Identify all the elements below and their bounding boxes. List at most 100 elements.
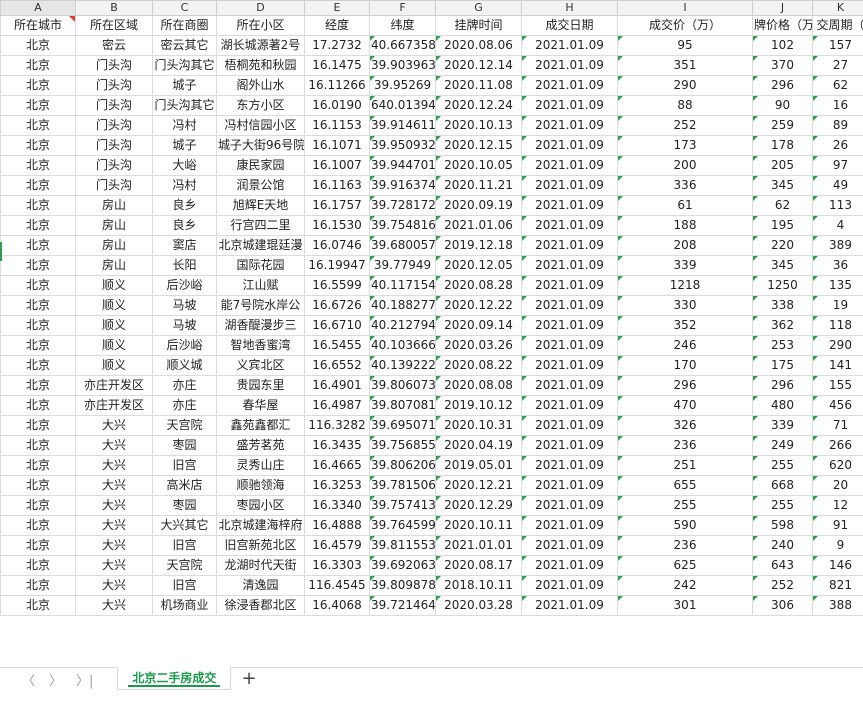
- table-cell[interactable]: 2021.01.09: [522, 576, 618, 596]
- table-cell[interactable]: 鑫苑鑫都汇: [217, 416, 305, 436]
- table-cell[interactable]: 2020.12.14: [436, 56, 522, 76]
- table-cell[interactable]: 盛芳茗苑: [217, 436, 305, 456]
- table-cell[interactable]: 2020.04.19: [436, 436, 522, 456]
- table-cell[interactable]: 195: [753, 216, 813, 236]
- table-cell[interactable]: 梧桐苑和秋园: [217, 56, 305, 76]
- table-cell[interactable]: 门头沟: [76, 56, 153, 76]
- column-header-cell[interactable]: F: [370, 1, 436, 16]
- table-cell[interactable]: 天宫院: [153, 416, 217, 436]
- table-cell[interactable]: 顺义: [76, 336, 153, 356]
- sheet-table[interactable]: ABCDEFGHIJK所在城市所在区域所在商圈所在小区经度纬度挂牌时间成交日期成…: [0, 0, 863, 616]
- table-cell[interactable]: 大兴其它: [153, 516, 217, 536]
- column-header-cell[interactable]: J: [753, 1, 813, 16]
- table-cell[interactable]: 16.19947: [305, 256, 370, 276]
- table-cell[interactable]: 房山: [76, 216, 153, 236]
- table-cell[interactable]: 590: [618, 516, 753, 536]
- table-cell[interactable]: 102: [753, 36, 813, 56]
- table-cell[interactable]: 顺义: [76, 276, 153, 296]
- table-cell[interactable]: 39.916374: [370, 176, 436, 196]
- table-cell[interactable]: 城子大街96号院: [217, 136, 305, 156]
- table-cell[interactable]: 40.188277: [370, 296, 436, 316]
- table-cell[interactable]: 大兴: [76, 456, 153, 476]
- table-cell[interactable]: 2021.01.09: [522, 516, 618, 536]
- table-cell[interactable]: 北京城建琨廷漫: [217, 236, 305, 256]
- table-cell[interactable]: 338: [753, 296, 813, 316]
- table-cell[interactable]: 北京: [1, 76, 76, 96]
- table-cell[interactable]: 2021.01.09: [522, 236, 618, 256]
- table-cell[interactable]: 208: [618, 236, 753, 256]
- table-cell[interactable]: 173: [618, 136, 753, 156]
- table-cell[interactable]: 640.013942: [370, 96, 436, 116]
- table-cell[interactable]: 118: [813, 316, 863, 336]
- table-cell[interactable]: 16.4068: [305, 596, 370, 616]
- table-cell[interactable]: 89: [813, 116, 863, 136]
- table-cell[interactable]: 国际花园: [217, 256, 305, 276]
- table-cell[interactable]: 2019.10.12: [436, 396, 522, 416]
- table-cell[interactable]: 620: [813, 456, 863, 476]
- table-cell[interactable]: 39.914611: [370, 116, 436, 136]
- table-cell[interactable]: 39.903963: [370, 56, 436, 76]
- table-cell[interactable]: 16.0190: [305, 96, 370, 116]
- table-cell[interactable]: 2020.12.05: [436, 256, 522, 276]
- table-cell[interactable]: 天宫院: [153, 556, 217, 576]
- table-cell[interactable]: 2021.01.09: [522, 276, 618, 296]
- table-cell[interactable]: 2019.05.01: [436, 456, 522, 476]
- table-cell[interactable]: 2020.10.31: [436, 416, 522, 436]
- table-cell[interactable]: 房山: [76, 196, 153, 216]
- column-header-cell[interactable]: B: [76, 1, 153, 16]
- table-cell[interactable]: 亦庄: [153, 396, 217, 416]
- table-cell[interactable]: 门头沟其它: [153, 56, 217, 76]
- table-cell[interactable]: 339: [618, 256, 753, 276]
- table-cell[interactable]: 113: [813, 196, 863, 216]
- table-cell[interactable]: 2020.11.08: [436, 76, 522, 96]
- table-cell[interactable]: 2021.01.09: [522, 476, 618, 496]
- table-cell[interactable]: 249: [753, 436, 813, 456]
- table-cell[interactable]: 643: [753, 556, 813, 576]
- table-cell[interactable]: 39.95269: [370, 76, 436, 96]
- table-cell[interactable]: 296: [753, 376, 813, 396]
- table-cell[interactable]: 东方小区: [217, 96, 305, 116]
- table-cell[interactable]: 9: [813, 536, 863, 556]
- table-cell[interactable]: 2020.09.19: [436, 196, 522, 216]
- table-cell[interactable]: 2021.01.09: [522, 336, 618, 356]
- table-cell[interactable]: 2020.09.14: [436, 316, 522, 336]
- column-header-cell[interactable]: D: [217, 1, 305, 16]
- table-cell[interactable]: 62: [753, 196, 813, 216]
- table-cell[interactable]: 2020.12.21: [436, 476, 522, 496]
- header-cell[interactable]: 所在小区: [217, 16, 305, 36]
- table-cell[interactable]: 顺义城: [153, 356, 217, 376]
- table-cell[interactable]: 后沙峪: [153, 276, 217, 296]
- table-cell[interactable]: 16.4888: [305, 516, 370, 536]
- table-cell[interactable]: 北京: [1, 56, 76, 76]
- table-cell[interactable]: 枣园小区: [217, 496, 305, 516]
- table-cell[interactable]: 301: [618, 596, 753, 616]
- table-cell[interactable]: 顺义: [76, 356, 153, 376]
- table-cell[interactable]: 大峪: [153, 156, 217, 176]
- table-cell[interactable]: 39.811553: [370, 536, 436, 556]
- table-cell[interactable]: 39.680057: [370, 236, 436, 256]
- table-cell[interactable]: 16.3340: [305, 496, 370, 516]
- table-cell[interactable]: 49: [813, 176, 863, 196]
- table-cell[interactable]: 16.5455: [305, 336, 370, 356]
- table-cell[interactable]: 2020.12.24: [436, 96, 522, 116]
- table-cell[interactable]: 门头沟: [76, 136, 153, 156]
- table-cell[interactable]: 200: [618, 156, 753, 176]
- table-cell[interactable]: 91: [813, 516, 863, 536]
- table-cell[interactable]: 39.806073: [370, 376, 436, 396]
- table-cell[interactable]: 255: [753, 496, 813, 516]
- table-cell[interactable]: 阁外山水: [217, 76, 305, 96]
- table-cell[interactable]: 16.6710: [305, 316, 370, 336]
- table-cell[interactable]: 16.4665: [305, 456, 370, 476]
- column-header-cell[interactable]: I: [618, 1, 753, 16]
- table-cell[interactable]: 598: [753, 516, 813, 536]
- table-cell[interactable]: 16.1530: [305, 216, 370, 236]
- table-cell[interactable]: 徐浸香郡北区: [217, 596, 305, 616]
- table-cell[interactable]: 16.1153: [305, 116, 370, 136]
- table-cell[interactable]: 2021.01.09: [522, 216, 618, 236]
- table-cell[interactable]: 马坡: [153, 296, 217, 316]
- next-sheet-icon[interactable]: 〉: [49, 670, 62, 689]
- table-cell[interactable]: 顺义: [76, 296, 153, 316]
- table-cell[interactable]: 253: [753, 336, 813, 356]
- table-cell[interactable]: 480: [753, 396, 813, 416]
- table-cell[interactable]: 北京: [1, 516, 76, 536]
